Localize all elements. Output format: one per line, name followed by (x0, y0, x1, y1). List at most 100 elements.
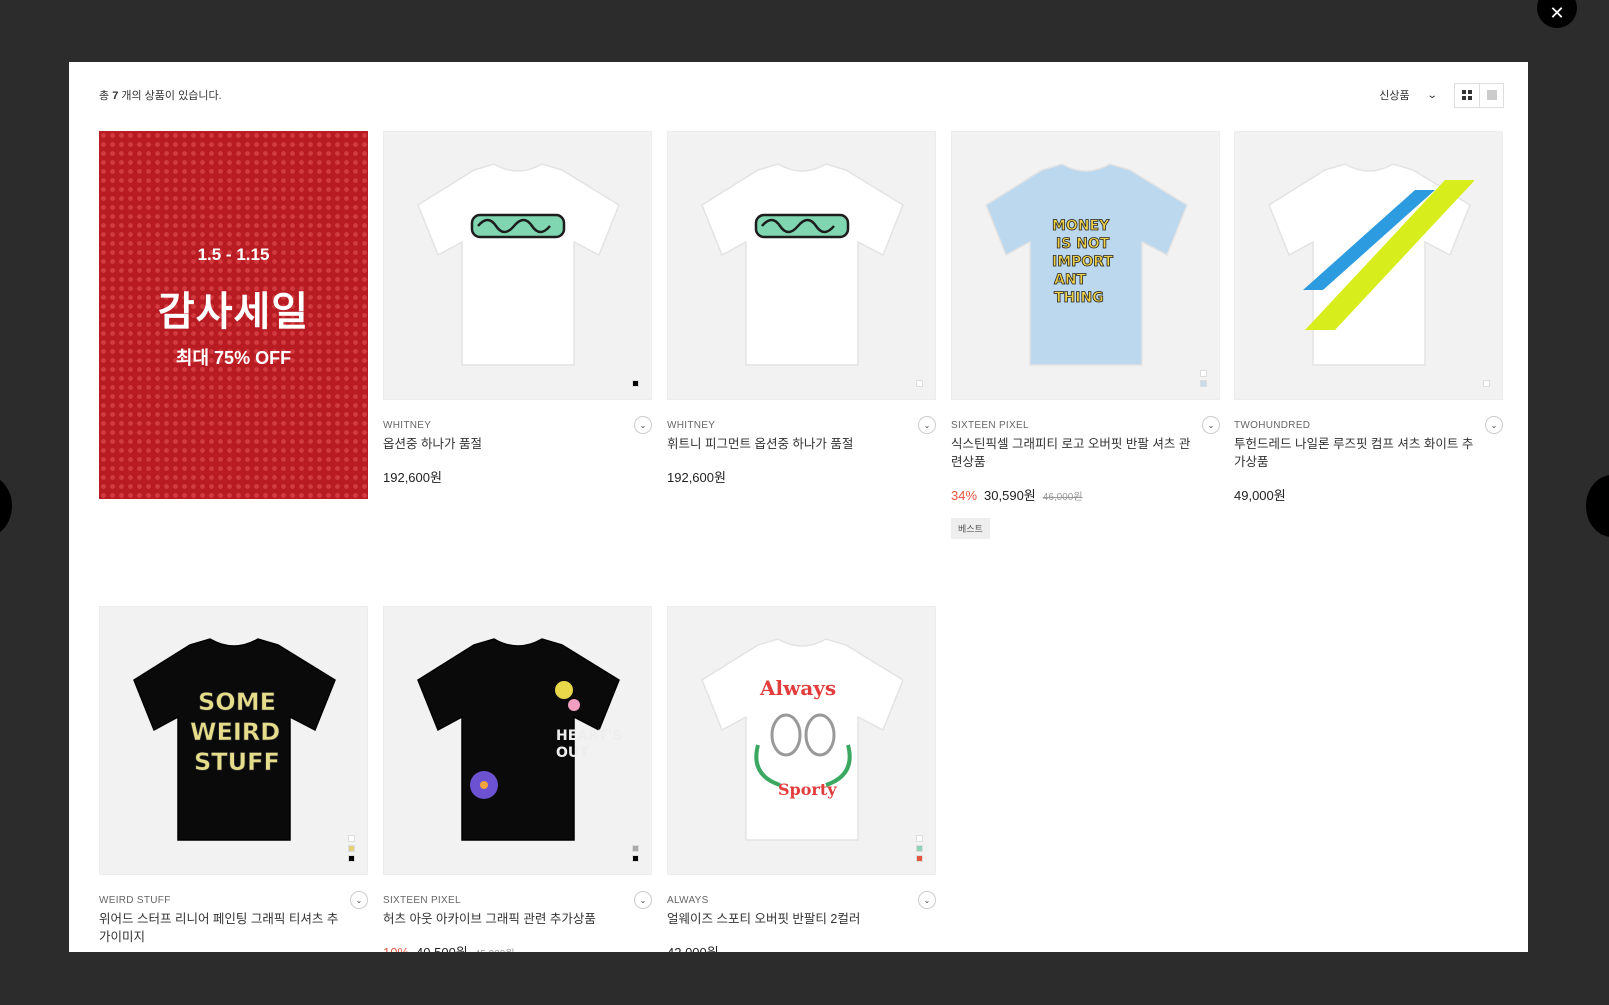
product-brand: SIXTEEN PIXEL (951, 420, 1029, 431)
product-info: WHITNEY 옵션중 하나가 품절 192,600원 ⌄ (383, 400, 652, 486)
more-options-button[interactable]: ⌄ (350, 891, 368, 909)
svg-text:MONEY: MONEY (1052, 218, 1110, 234)
color-swatch[interactable] (632, 845, 639, 852)
close-icon: ✕ (1549, 2, 1565, 23)
color-swatch[interactable] (916, 380, 923, 387)
color-swatch[interactable] (632, 855, 639, 862)
svg-text:Always: Always (759, 676, 836, 700)
product-brand: WHITNEY (667, 420, 716, 431)
product-info: WHITNEY 휘트니 피그먼트 옵션중 하나가 품절 192,600원 ⌄ (667, 400, 936, 486)
product-card[interactable]: MONEY IS NOT IMPORT ANT THING SIXTEEN PIXEL 식스… (951, 131, 1220, 539)
product-card[interactable]: Always Sporty ALWAYS 얼웨이즈 스포티 오버핏 반팔티 2컬러 42… (667, 606, 936, 952)
product-image[interactable] (383, 131, 652, 400)
next-arrow-button[interactable] (1586, 475, 1609, 537)
product-image[interactable]: Always Sporty (667, 606, 936, 875)
color-swatch[interactable] (1200, 380, 1207, 387)
svg-text:ANT: ANT (1054, 272, 1087, 288)
svg-text:HEART'S: HEART'S (556, 728, 622, 744)
product-image[interactable] (667, 131, 936, 400)
banner-date: 1.5 - 1.15 (197, 245, 270, 264)
product-brand: SIXTEEN PIXEL (383, 895, 461, 906)
color-swatch[interactable] (348, 835, 355, 842)
tshirt-image: SOMEWEIRDSTUFF (133, 638, 336, 841)
product-card[interactable]: HEART'S OUT SIXTEEN PIXEL 허츠 아웃 아카이브 그래픽 관련… (383, 606, 652, 952)
product-name[interactable]: 옵션중 하나가 품절 (383, 435, 623, 453)
prev-arrow-button[interactable] (0, 475, 12, 537)
more-options-button[interactable]: ⌄ (918, 891, 936, 909)
more-options-button[interactable]: ⌄ (918, 416, 936, 434)
grid-view-button[interactable] (1455, 84, 1479, 107)
product-info: ALWAYS 얼웨이즈 스포티 오버핏 반팔티 2컬러 42,000원 ⌄ (667, 875, 936, 952)
product-count: 7 (112, 90, 119, 102)
more-options-button[interactable]: ⌄ (1485, 416, 1503, 434)
more-options-button[interactable]: ⌄ (634, 416, 652, 434)
color-swatch[interactable] (348, 855, 355, 862)
more-options-button[interactable]: ⌄ (634, 891, 652, 909)
svg-text:IMPORT: IMPORT (1052, 254, 1113, 270)
product-brand: WEIRD STUFF (99, 895, 171, 906)
list-header: 총 7 개의 상품이 있습니다. 신상품 ⌄ (99, 80, 1504, 110)
product-name[interactable]: 얼웨이즈 스포티 오버핏 반팔티 2컬러 (667, 910, 907, 928)
price-row: 10% 40,500원 45,000원 (383, 942, 652, 952)
chevron-down-icon: ⌄ (355, 895, 363, 905)
svg-text:Sporty: Sporty (778, 780, 837, 799)
product-card[interactable]: SOME WEIRD STUFF WEIRD STUFF 위어드 스터프 리니어 페인팅… (99, 606, 368, 946)
product-name[interactable]: 허츠 아웃 아카이브 그래픽 관련 추가상품 (383, 910, 623, 928)
chevron-down-icon: ⌄ (923, 895, 931, 905)
color-swatch[interactable] (916, 855, 923, 862)
product-name[interactable]: 위어드 스터프 리니어 페인팅 그래픽 티셔츠 추가이미지 (99, 910, 339, 946)
color-swatch[interactable] (632, 380, 639, 387)
svg-text:WEIRD: WEIRD (190, 718, 280, 746)
original-price: 45,000원 (475, 945, 515, 952)
best-badge: 베스트 (951, 518, 990, 539)
more-options-button[interactable]: ⌄ (1202, 416, 1220, 434)
product-card[interactable]: WHITNEY 옵션중 하나가 품절 192,600원 ⌄ (383, 131, 652, 486)
single-view-icon (1486, 90, 1497, 100)
product-image[interactable]: SOME WEIRD STUFF (99, 606, 368, 875)
tshirt-image: HEART'SOUT (417, 638, 622, 841)
color-swatch[interactable] (1483, 380, 1490, 387)
product-image[interactable] (1234, 131, 1503, 400)
product-name[interactable]: 식스틴픽셀 그래피티 로고 오버핏 반팔 셔츠 관련상품 (951, 435, 1191, 471)
product-name[interactable]: 휘트니 피그먼트 옵션중 하나가 품절 (667, 435, 907, 453)
product-brand: TWOHUNDRED (1234, 420, 1311, 431)
product-card[interactable]: TWOHUNDRED 투헌드레드 나일론 루즈핏 컴프 셔츠 화이트 추가상품 49… (1234, 131, 1503, 504)
product-image[interactable]: MONEY IS NOT IMPORT ANT THING (951, 131, 1220, 400)
list-view-button[interactable] (1479, 83, 1503, 107)
banner-title: 감사세일 (157, 290, 310, 334)
product-info: SIXTEEN PIXEL 식스틴픽셀 그래피티 로고 오버핏 반팔 셔츠 관련상… (951, 400, 1220, 539)
chevron-down-icon: ⌄ (1490, 420, 1498, 430)
sale-price: 192,600원 (383, 470, 442, 485)
chevron-down-icon: ⌄ (1426, 89, 1438, 101)
color-swatch[interactable] (916, 845, 923, 852)
product-count-text: 총 7 개의 상품이 있습니다. (99, 90, 222, 102)
color-swatches (1200, 370, 1207, 387)
product-name[interactable]: 투헌드레드 나일론 루즈핏 컴프 셔츠 화이트 추가상품 (1234, 435, 1474, 471)
color-swatch[interactable] (1200, 370, 1207, 377)
color-swatch[interactable] (348, 845, 355, 852)
sale-price: 40,500원 (416, 942, 468, 952)
sale-price: 30,590원 (984, 488, 1036, 503)
sale-banner[interactable]: 1.5 - 1.15 감사세일 최대 75% OFF (99, 131, 368, 499)
svg-text:SOME: SOME (198, 688, 276, 716)
tshirt-image: Always Sporty (701, 638, 904, 841)
sale-price: 49,000원 (1234, 488, 1286, 503)
product-card[interactable]: WHITNEY 휘트니 피그먼트 옵션중 하나가 품절 192,600원 ⌄ (667, 131, 936, 486)
color-swatches (916, 835, 923, 862)
product-brand: ALWAYS (667, 895, 709, 906)
svg-text:STUFF: STUFF (194, 748, 280, 776)
tshirt-image (701, 163, 904, 366)
price-row: 49,000원 (1234, 485, 1503, 504)
banner-subtitle: 최대 75% OFF (175, 348, 292, 368)
close-modal-button[interactable]: ✕ (1537, 0, 1577, 28)
color-swatch[interactable] (916, 835, 923, 842)
price-row: 42,000원 (667, 942, 936, 952)
grid-icon (1462, 90, 1472, 100)
sort-select[interactable]: 신상품 ⌄ (1379, 87, 1444, 103)
product-image[interactable]: HEART'S OUT (383, 606, 652, 875)
product-info: WEIRD STUFF 위어드 스터프 리니어 페인팅 그래픽 티셔츠 추가이미지… (99, 875, 368, 946)
product-list-modal: 총 7 개의 상품이 있습니다. 신상품 ⌄ 1.5 - 1.15 감사세일 최… (69, 62, 1528, 952)
chevron-down-icon: ⌄ (1207, 420, 1215, 430)
price-row: 192,600원 (667, 467, 936, 486)
color-swatches (916, 380, 923, 387)
